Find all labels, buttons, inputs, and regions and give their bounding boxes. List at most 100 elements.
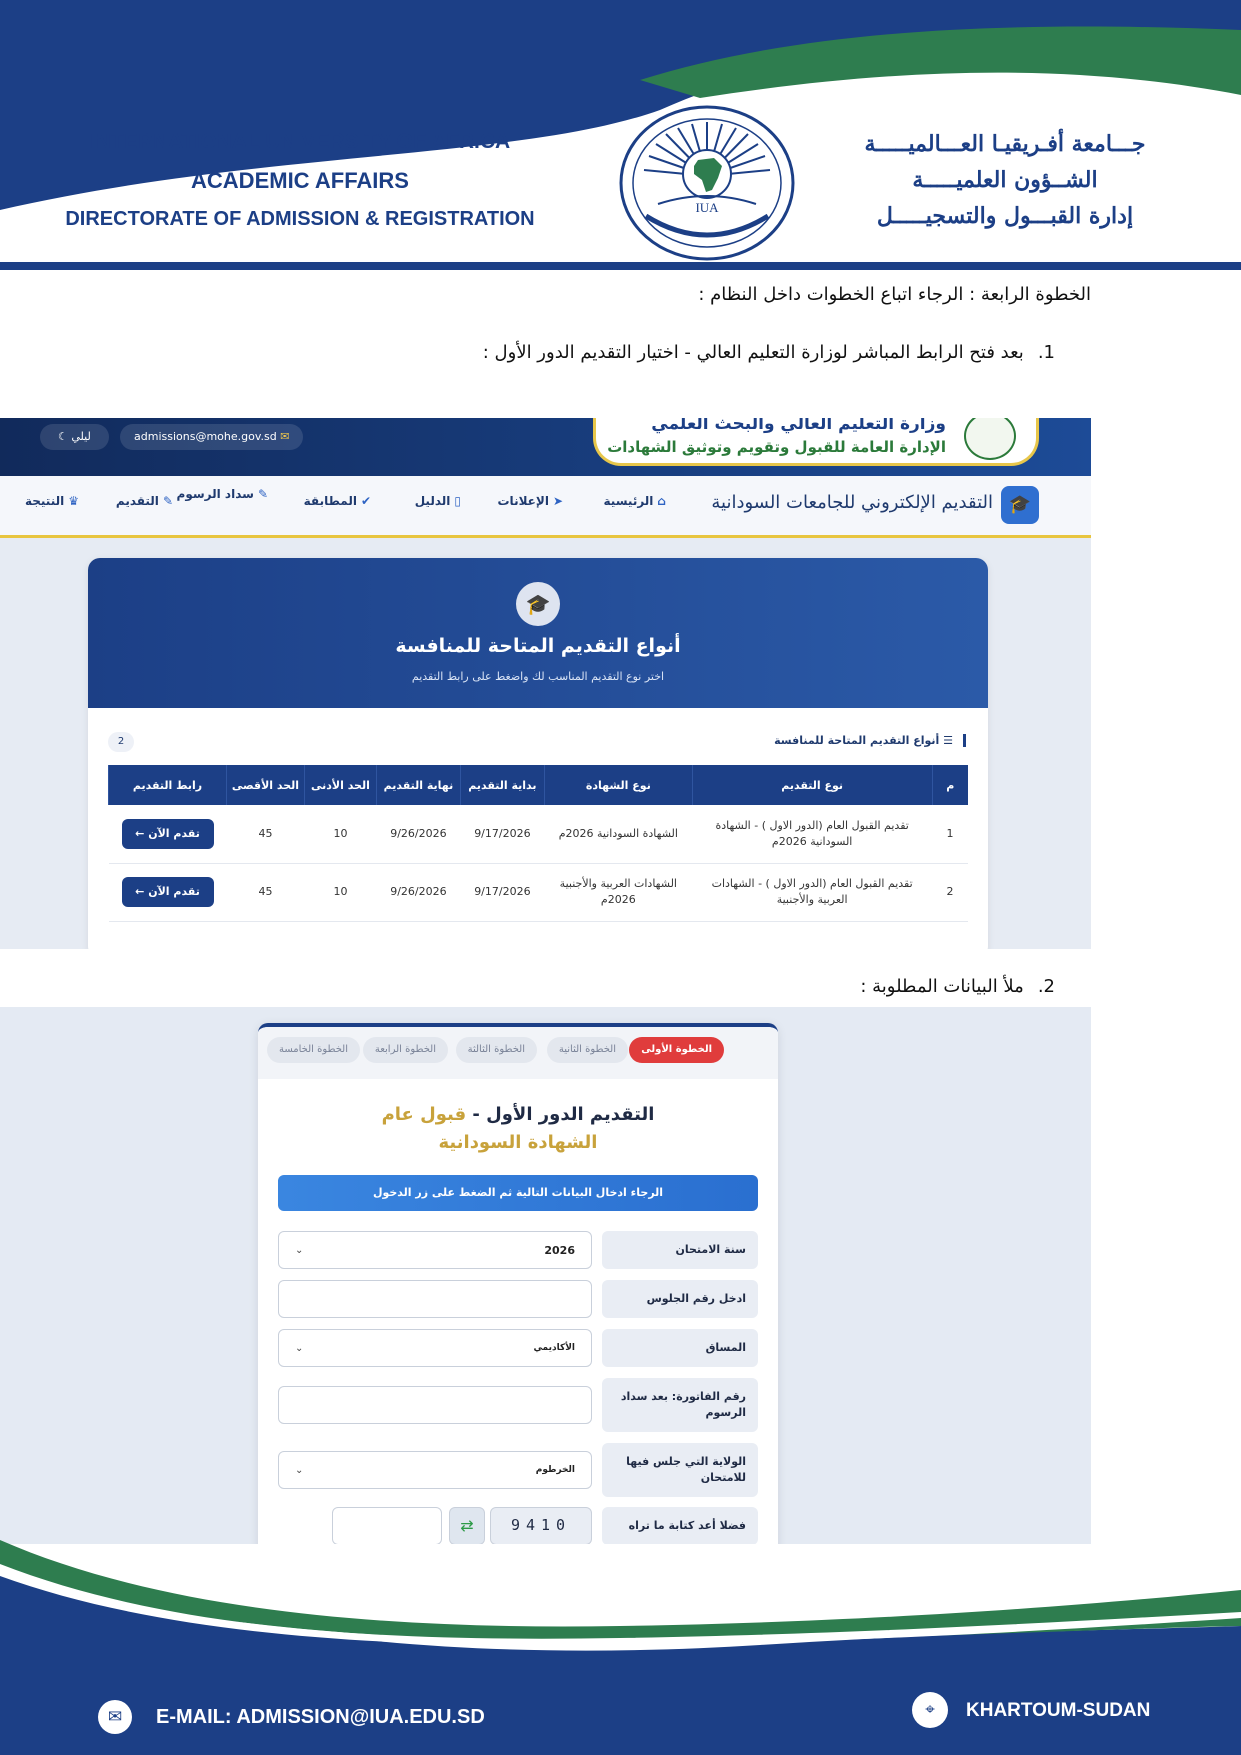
trophy-icon: ♛ xyxy=(68,494,79,508)
cell-start: 9/17/2026 xyxy=(460,863,545,922)
graduation-cap-icon: 🎓 xyxy=(1001,486,1039,524)
contact-email-pill[interactable]: admissions@mohe.gov.sd ✉ xyxy=(120,424,304,450)
portal-top-bar: ☾ ليلي admissions@mohe.gov.sd ✉ وزارة ال… xyxy=(0,418,1091,476)
apply-now-button[interactable]: تقدم الآن ← xyxy=(121,818,214,849)
edit-icon: ✎ xyxy=(257,487,268,501)
track-select[interactable]: الأكاديمي ⌄ xyxy=(278,1329,592,1367)
nav-guide-label: الدليل xyxy=(414,494,451,508)
field-track: المساق الأكاديمي ⌄ xyxy=(278,1329,758,1367)
cell-certificate: الشهادات العربية والأجنبية 2026م xyxy=(544,863,693,922)
portal-screenshot: ☾ ليلي admissions@mohe.gov.sd ✉ وزارة ال… xyxy=(0,418,1091,949)
nav-announcements[interactable]: ➤الإعلانات xyxy=(498,494,564,508)
megaphone-icon: ➤ xyxy=(552,494,563,508)
nav-guide[interactable]: ▯الدليل xyxy=(415,494,461,508)
cell-max: 45 xyxy=(226,863,305,922)
step-2-pill[interactable]: الخطوة الثانية xyxy=(546,1037,628,1063)
seat-number-input[interactable] xyxy=(278,1280,592,1318)
contact-email: admissions@mohe.gov.sd xyxy=(134,430,277,443)
cell-end: 9/26/2026 xyxy=(376,805,461,864)
field-exam-year: سنة الامتحان 2026 ⌄ xyxy=(278,1231,758,1269)
col-header-link: رابط التقديم xyxy=(107,765,227,805)
cell-start: 9/17/2026 xyxy=(460,805,545,864)
instructions-notice: الرجاء ادخال البيانات التالية ثم الضغط ع… xyxy=(278,1175,758,1211)
cell-max: 45 xyxy=(226,805,305,864)
theme-toggle[interactable]: ☾ ليلي xyxy=(40,424,109,450)
chevron-down-icon: ⌄ xyxy=(295,1342,304,1354)
university-name-en: INTERNATIONAL UNIVERSITY OF AFRICA ACADE… xyxy=(0,130,600,231)
edit-icon: ✎ xyxy=(162,494,173,508)
cell-type: تقديم القبول العام (الدور الاول ) - الشه… xyxy=(692,805,933,864)
form-screenshot: الخطوة الأولى الخطوة الثانية الخطوة الثا… xyxy=(0,1007,1091,1544)
form-title: التقديم الدور الأول - قبول عام الشهادة ا… xyxy=(258,1101,778,1157)
step-1-pill[interactable]: الخطوة الأولى xyxy=(629,1037,724,1063)
nav-fees[interactable]: ✎سداد الرسوم xyxy=(177,486,268,502)
section-title: ☰ أنواع التقديم المتاحة للمنافسة xyxy=(774,734,966,747)
form-title-line2: الشهادة السودانية xyxy=(438,1132,598,1153)
nav-apply-label: التقديم xyxy=(115,494,159,508)
exam-state-select[interactable]: الخرطوم ⌄ xyxy=(278,1451,592,1489)
application-form-card: الخطوة الأولى الخطوة الثانية الخطوة الثا… xyxy=(258,1023,778,1544)
nav-home-label: الرئيسية xyxy=(603,494,654,508)
cell-number: 1 xyxy=(932,805,968,864)
field-invoice-number: رقم الفاتورة: بعد سداد الرسوم xyxy=(278,1378,758,1432)
step-4-pill[interactable]: الخطوة الرابعة xyxy=(362,1037,448,1063)
nav-result-label: النتيجة xyxy=(24,494,65,508)
moon-icon: ☾ xyxy=(58,430,72,443)
exam-year-select[interactable]: 2026 ⌄ xyxy=(278,1231,592,1269)
envelope-icon: ✉ xyxy=(98,1700,132,1734)
cell-certificate: الشهادة السودانية 2026م xyxy=(544,805,693,864)
nav-apply[interactable]: ✎التقديم xyxy=(116,494,173,508)
university-seal-logo: IUA xyxy=(619,105,795,261)
ministry-logo xyxy=(964,418,1016,460)
cell-action: تقدم الآن ← xyxy=(108,805,227,864)
directorate-ar: إدارة القبـــول والتسجيـــــل xyxy=(876,203,1134,229)
item-1-number: 1. xyxy=(1037,342,1055,363)
cell-min: 10 xyxy=(304,863,377,922)
table-header-row: م نوع التقديم نوع الشهادة بداية التقديم … xyxy=(107,765,968,805)
nav-fees-label: سداد الرسوم xyxy=(176,487,254,501)
nav-home[interactable]: ⌂الرئيسية xyxy=(604,494,666,508)
nav-matching-label: المطابقة xyxy=(303,494,357,508)
home-icon: ⌂ xyxy=(657,494,666,508)
step-5-pill[interactable]: الخطوة الخامسة xyxy=(266,1037,360,1063)
cell-type: تقديم القبول العام (الدور الاول ) - الشه… xyxy=(692,863,933,922)
exam-state-value: الخرطوم xyxy=(535,1465,575,1475)
cell-min: 10 xyxy=(304,805,377,864)
field-label: الولاية التي جلس فيها للامتحان xyxy=(602,1443,758,1497)
panel-hero: 🎓 أنواع التقديم المتاحة للمنافسة اختر نو… xyxy=(88,558,988,708)
step-heading: الخطوة الرابعة : الرجاء اتباع الخطوات دا… xyxy=(698,284,1091,305)
col-header-min: الحد الأدنى xyxy=(303,765,377,805)
cell-end: 9/26/2026 xyxy=(376,863,461,922)
hero-title: أنواع التقديم المتاحة للمنافسة xyxy=(395,635,681,657)
field-label: رقم الفاتورة: بعد سداد الرسوم xyxy=(602,1378,758,1432)
col-header-number: م xyxy=(931,765,968,805)
field-exam-state: الولاية التي جلس فيها للامتحان الخرطوم ⌄ xyxy=(278,1443,758,1497)
nav-matching[interactable]: ✔المطابقة xyxy=(304,494,371,508)
academic-affairs-ar: الشــؤون العلميـــــة xyxy=(912,167,1098,193)
col-header-type: نوع التقديم xyxy=(691,765,933,805)
table-row: 2 تقديم القبول العام (الدور الاول ) - ال… xyxy=(108,863,968,922)
application-types-panel: 🎓 أنواع التقديم المتاحة للمنافسة اختر نو… xyxy=(88,558,988,949)
col-header-end: نهاية التقديم xyxy=(375,765,461,805)
step-3-pill[interactable]: الخطوة الثالثة xyxy=(455,1037,537,1063)
chevron-down-icon: ⌄ xyxy=(295,1464,304,1476)
location-pin-icon: ⌖ xyxy=(912,1692,948,1728)
col-header-start: بداية التقديم xyxy=(459,765,545,805)
instruction-item-1: 1. بعد فتح الرابط المباشر لوزارة التعليم … xyxy=(483,342,1055,363)
invoice-number-input[interactable] xyxy=(278,1386,592,1424)
application-types-table: م نوع التقديم نوع الشهادة بداية التقديم … xyxy=(107,765,968,922)
theme-toggle-label: ليلي xyxy=(71,430,91,443)
apply-now-button[interactable]: تقدم الآن ← xyxy=(121,877,214,907)
portal-brand[interactable]: التقديم الإلكتروني للجامعات السودانية xyxy=(711,492,993,513)
ministry-name: وزارة التعليم العالي والبحث العلمي xyxy=(651,418,946,434)
instruction-item-2: 2. ملأ البيانات المطلوبة : xyxy=(860,976,1055,997)
chevron-down-icon: ⌄ xyxy=(295,1244,304,1256)
footer-email: E-MAIL: ADMISSION@IUA.EDU.SD xyxy=(156,1706,485,1728)
university-name-ar: جـــامعة أفـريقيـا العـــالميـــــة الشـ… xyxy=(830,126,1180,234)
field-label: ادخل رقم الجلوس xyxy=(602,1280,758,1318)
cell-number: 2 xyxy=(932,863,968,922)
field-seat-number: ادخل رقم الجلوس xyxy=(278,1280,758,1318)
nav-result[interactable]: ♛النتيجة xyxy=(25,494,79,508)
directorate-en: DIRECTORATE OF ADMISSION & REGISTRATION xyxy=(65,208,535,230)
ministry-banner: وزارة التعليم العالي والبحث العلمي الإدا… xyxy=(593,418,1039,466)
